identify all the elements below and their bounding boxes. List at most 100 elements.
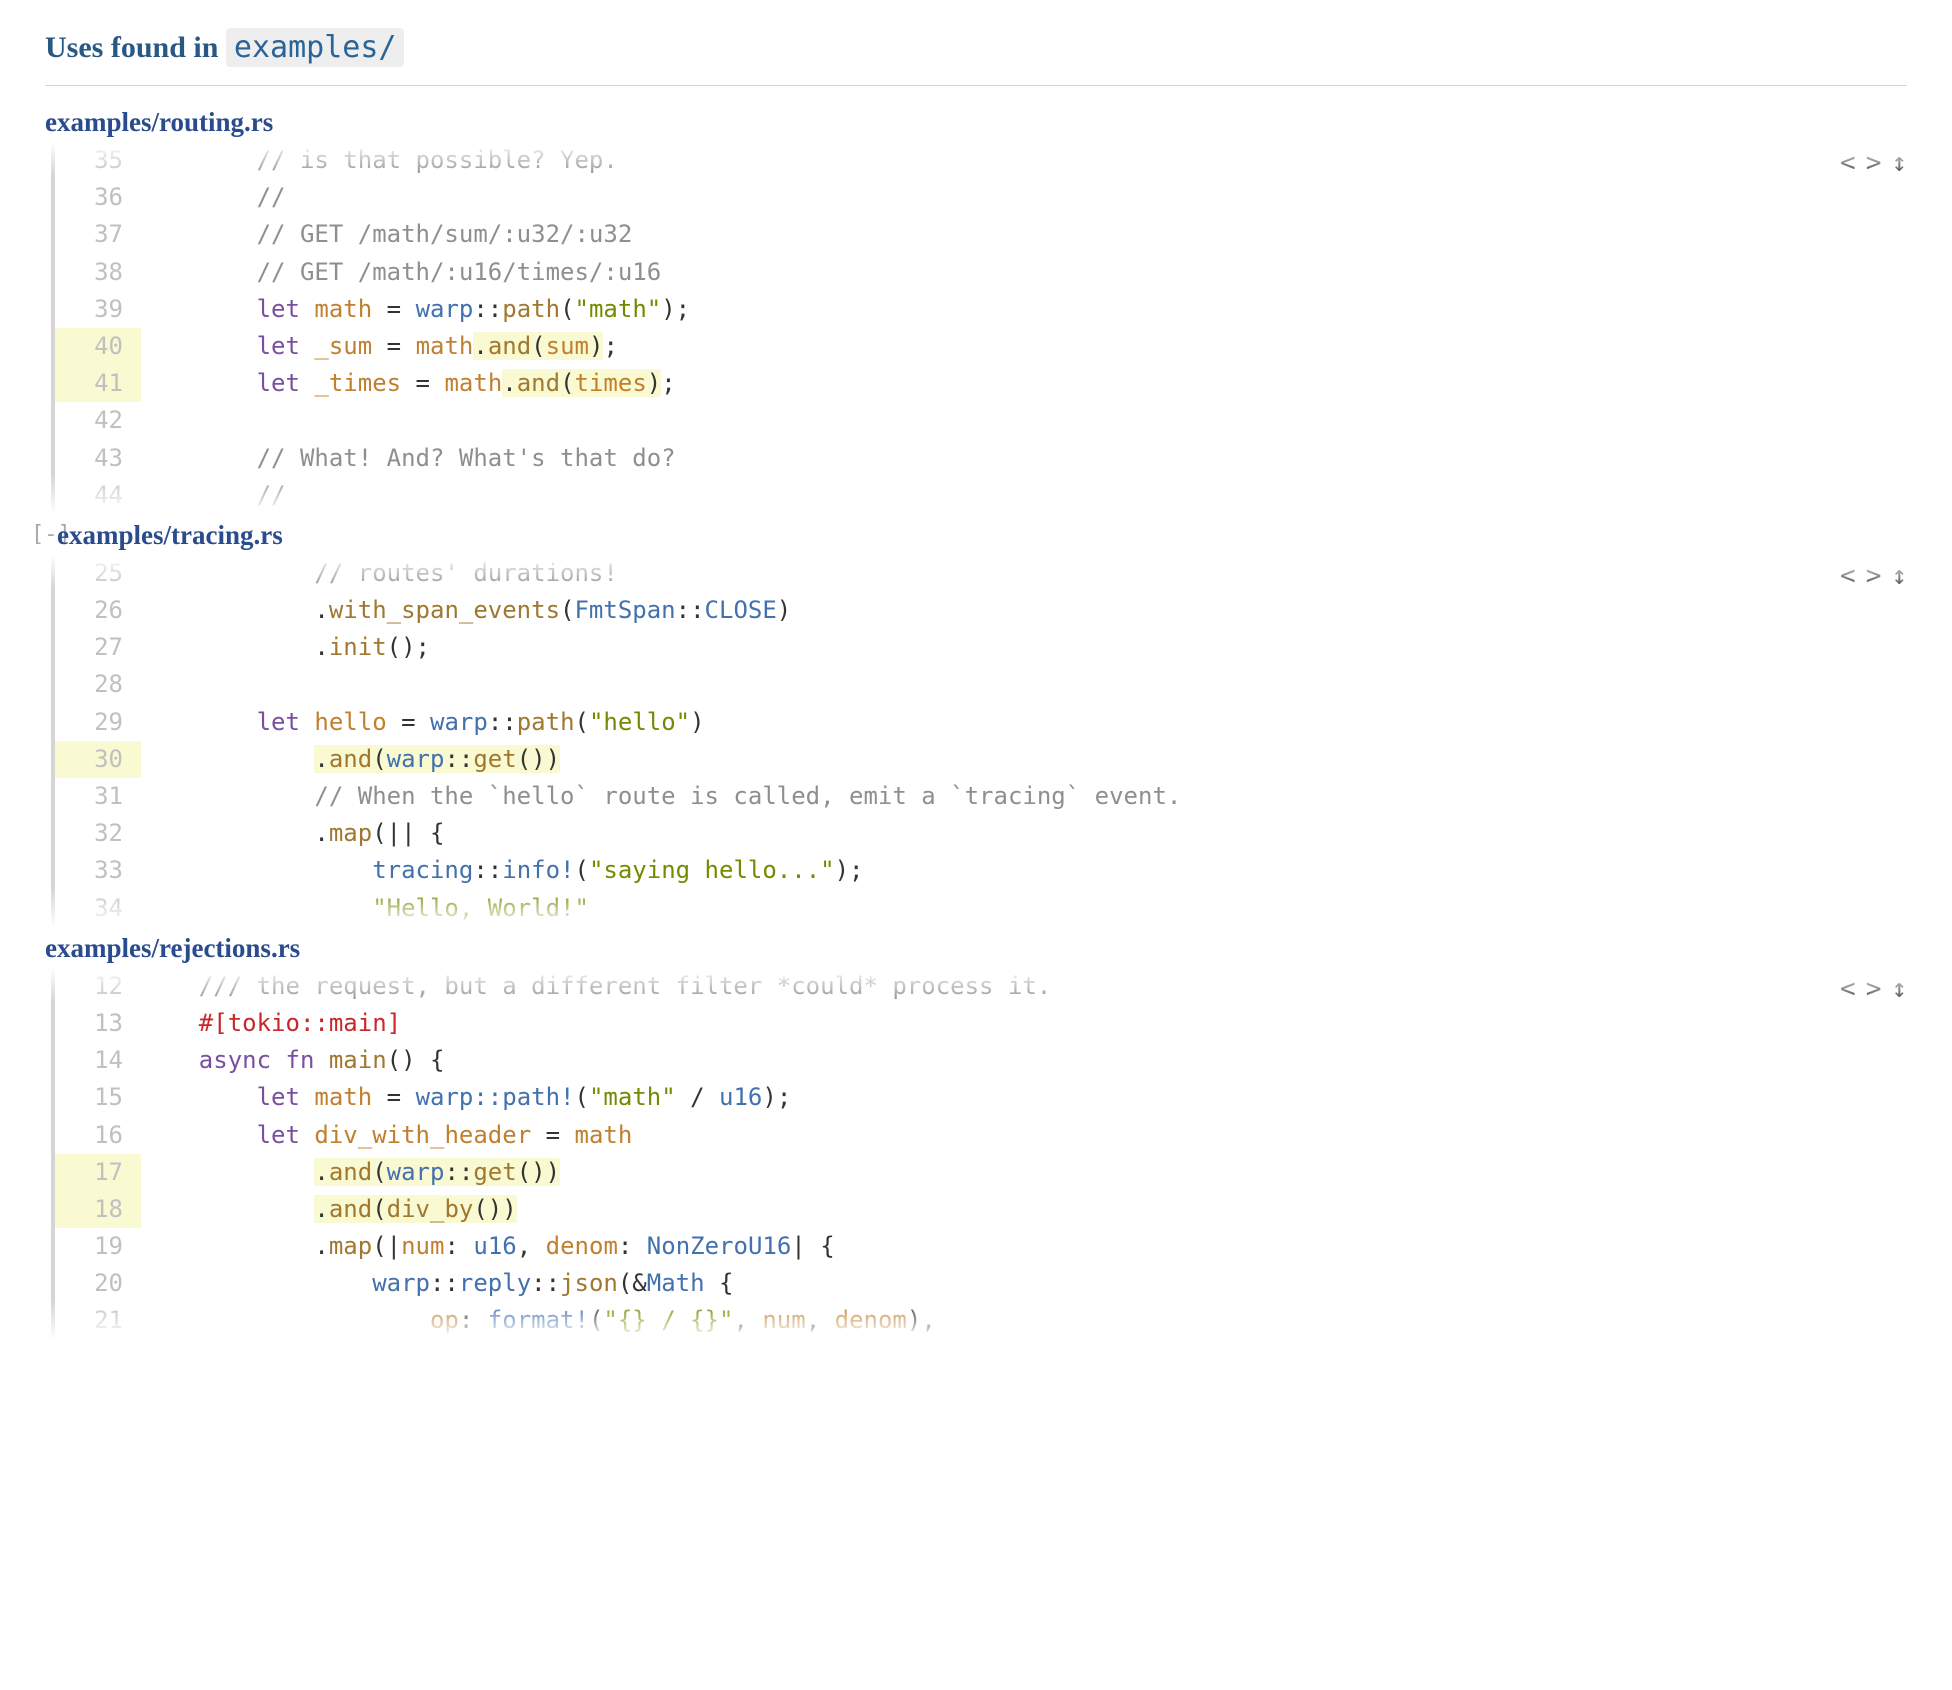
code-content[interactable]: warp::reply::json(&Math { (141, 1265, 1907, 1302)
line-number[interactable]: 21 (55, 1302, 141, 1339)
code-content[interactable]: .and(div_by()) (141, 1191, 1907, 1228)
code-content[interactable]: // (141, 477, 1907, 514)
line-number[interactable]: 34 (55, 890, 141, 927)
code-content[interactable]: // What! And? What's that do? (141, 440, 1907, 477)
code-content[interactable]: /// the request, but a different filter … (141, 968, 1907, 1005)
code-line: 26 .with_span_events(FmtSpan::CLOSE) (55, 592, 1907, 629)
line-number[interactable]: 33 (55, 852, 141, 889)
code-line: 13 #[tokio::main] (55, 1005, 1907, 1042)
line-number[interactable]: 40 (55, 328, 141, 365)
code-line: 16 let div_with_header = math (55, 1117, 1907, 1154)
prev-match-button[interactable]: < (1840, 148, 1856, 178)
code-line: 14 async fn main() { (55, 1042, 1907, 1079)
line-number[interactable]: 19 (55, 1228, 141, 1265)
line-number[interactable]: 30 (55, 741, 141, 778)
code-content[interactable]: #[tokio::main] (141, 1005, 1907, 1042)
code-content[interactable]: .init(); (141, 629, 1907, 666)
line-number[interactable]: 39 (55, 291, 141, 328)
file-title[interactable]: examples/tracing.rs (57, 514, 283, 555)
code-line: 15 let math = warp::path!("math" / u16); (55, 1079, 1907, 1116)
code-line: 32 .map(|| { (55, 815, 1907, 852)
file-title[interactable]: examples/routing.rs (45, 101, 273, 142)
code-line: 17 .and(warp::get()) (55, 1154, 1907, 1191)
code-content[interactable]: let math = warp::path("math"); (141, 291, 1907, 328)
code-line: 19 .map(|num: u16, denom: NonZeroU16| { (55, 1228, 1907, 1265)
nav-controls: < > ↕ (1840, 561, 1907, 591)
code-content[interactable]: // When the `hello` route is called, emi… (141, 778, 1907, 815)
code-line: 35 // is that possible? Yep. (55, 142, 1907, 179)
line-number[interactable]: 16 (55, 1117, 141, 1154)
prev-match-button[interactable]: < (1840, 974, 1856, 1004)
code-viewport: <>↕12 /// the request, but a different f… (45, 968, 1907, 1340)
code-content[interactable]: let hello = warp::path("hello") (141, 704, 1907, 741)
code-content[interactable]: // is that possible? Yep. (141, 142, 1907, 179)
next-match-button[interactable]: > (1866, 148, 1882, 178)
code-content[interactable]: "Hello, World!" (141, 890, 1907, 927)
next-match-button[interactable]: > (1866, 561, 1882, 591)
line-number[interactable]: 28 (55, 666, 141, 703)
file-title-row: examples/rejections.rs (45, 927, 1907, 968)
code-content[interactable]: // GET /math/sum/:u32/:u32 (141, 216, 1907, 253)
code-content[interactable] (141, 666, 1907, 703)
line-number[interactable]: 13 (55, 1005, 141, 1042)
line-number[interactable]: 32 (55, 815, 141, 852)
code-line: 18 .and(div_by()) (55, 1191, 1907, 1228)
file-title-row: [-]examples/tracing.rs (45, 514, 1907, 555)
code-line: 38 // GET /math/:u16/times/:u16 (55, 254, 1907, 291)
code-content[interactable]: // (141, 179, 1907, 216)
code-content[interactable]: .and(warp::get()) (141, 741, 1907, 778)
file-title[interactable]: examples/rejections.rs (45, 927, 300, 968)
code-content[interactable]: tracing::info!("saying hello..."); (141, 852, 1907, 889)
file-title-row: examples/routing.rs (45, 101, 1907, 142)
code-content[interactable]: .map(|| { (141, 815, 1907, 852)
fold-toggle-button[interactable]: ↕ (1891, 974, 1907, 1004)
code-content[interactable]: let _sum = math.and(sum); (141, 328, 1907, 365)
code-line: 36 // (55, 179, 1907, 216)
code-content[interactable]: // routes' durations! (141, 555, 1907, 592)
line-number[interactable]: 31 (55, 778, 141, 815)
code-content[interactable] (141, 402, 1907, 439)
code-content[interactable]: let div_with_header = math (141, 1117, 1907, 1154)
line-number[interactable]: 38 (55, 254, 141, 291)
line-number[interactable]: 15 (55, 1079, 141, 1116)
line-number[interactable]: 18 (55, 1191, 141, 1228)
prev-match-button[interactable]: < (1840, 561, 1856, 591)
code-line: 33 tracing::info!("saying hello..."); (55, 852, 1907, 889)
line-number[interactable]: 37 (55, 216, 141, 253)
line-number[interactable]: 44 (55, 477, 141, 514)
section-header: Uses found in examples/ (45, 30, 1907, 86)
collapse-button[interactable]: [-] (31, 522, 51, 547)
code-content[interactable]: async fn main() { (141, 1042, 1907, 1079)
code-lines: 12 /// the request, but a different filt… (51, 968, 1907, 1340)
line-number[interactable]: 14 (55, 1042, 141, 1079)
line-number[interactable]: 17 (55, 1154, 141, 1191)
code-lines: 35 // is that possible? Yep.36 //37 // G… (51, 142, 1907, 514)
code-line: 31 // When the `hello` route is called, … (55, 778, 1907, 815)
code-content[interactable]: .map(|num: u16, denom: NonZeroU16| { (141, 1228, 1907, 1265)
file-block: examples/rejections.rs<>↕12 /// the requ… (45, 927, 1907, 1340)
line-number[interactable]: 43 (55, 440, 141, 477)
line-number[interactable]: 12 (55, 968, 141, 1005)
code-content[interactable]: .with_span_events(FmtSpan::CLOSE) (141, 592, 1907, 629)
line-number[interactable]: 29 (55, 704, 141, 741)
line-number[interactable]: 35 (55, 142, 141, 179)
nav-controls: < > ↕ (1840, 974, 1907, 1004)
code-line: 44 // (55, 477, 1907, 514)
code-content[interactable]: let math = warp::path!("math" / u16); (141, 1079, 1907, 1116)
fold-toggle-button[interactable]: ↕ (1891, 148, 1907, 178)
code-line: 37 // GET /math/sum/:u32/:u32 (55, 216, 1907, 253)
code-content[interactable]: .and(warp::get()) (141, 1154, 1907, 1191)
line-number[interactable]: 20 (55, 1265, 141, 1302)
code-content[interactable]: // GET /math/:u16/times/:u16 (141, 254, 1907, 291)
line-number[interactable]: 41 (55, 365, 141, 402)
line-number[interactable]: 36 (55, 179, 141, 216)
line-number[interactable]: 26 (55, 592, 141, 629)
next-match-button[interactable]: > (1866, 974, 1882, 1004)
line-number[interactable]: 42 (55, 402, 141, 439)
code-content[interactable]: let _times = math.and(times); (141, 365, 1907, 402)
line-number[interactable]: 25 (55, 555, 141, 592)
line-number[interactable]: 27 (55, 629, 141, 666)
code-content[interactable]: op: format!("{} / {}", num, denom), (141, 1302, 1907, 1339)
fold-toggle-button[interactable]: ↕ (1891, 561, 1907, 591)
code-line: 34 "Hello, World!" (55, 890, 1907, 927)
